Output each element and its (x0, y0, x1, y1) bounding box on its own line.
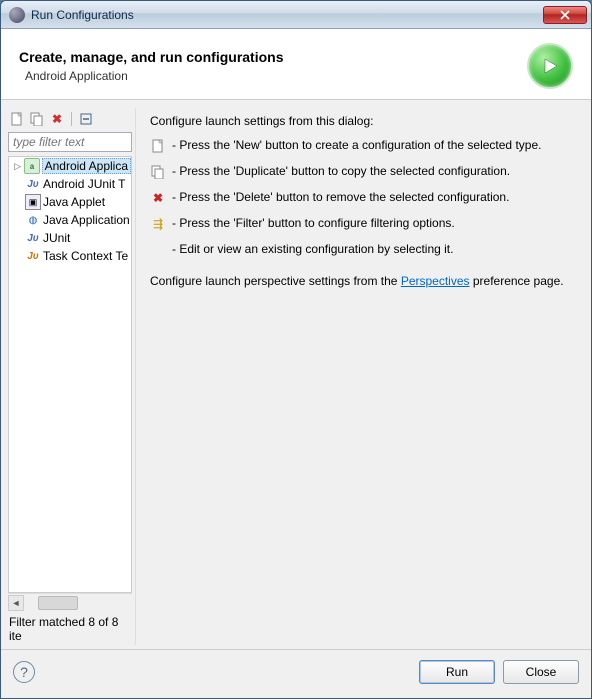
titlebar: Run Configurations (1, 1, 591, 29)
new-config-button[interactable] (9, 111, 25, 127)
scroll-thumb[interactable] (38, 596, 78, 610)
tree-item-label: JUnit (43, 231, 70, 245)
filter-status: Filter matched 8 of 8 ite (5, 611, 135, 645)
tree-item-junit[interactable]: Jᴜ JUnit (9, 229, 131, 247)
left-pane: ✖ ▷ a Android Applica Jᴜ Android JUnit T (5, 108, 135, 645)
eclipse-icon (9, 7, 25, 23)
config-toolbar: ✖ (5, 108, 135, 130)
filter-text-input[interactable] (8, 132, 132, 152)
hint-new: - Press the 'New' button to create a con… (150, 138, 577, 154)
tree-item-java-application[interactable]: ◍ Java Application (9, 211, 131, 229)
dialog-header: Create, manage, and run configurations A… (1, 29, 591, 100)
launch-settings-title: Configure launch settings from this dial… (150, 114, 577, 128)
delete-config-button[interactable]: ✖ (49, 111, 65, 127)
android-icon: a (24, 158, 39, 174)
duplicate-config-button[interactable] (29, 111, 45, 127)
tree-item-label: Task Context Te (43, 249, 128, 263)
config-tree[interactable]: ▷ a Android Applica Jᴜ Android JUnit T ▣… (8, 156, 132, 593)
junit-icon: Jᴜ (25, 230, 41, 246)
duplicate-icon (150, 164, 166, 180)
close-button[interactable]: Close (503, 660, 579, 684)
dialog-footer: ? Run Close (1, 649, 591, 698)
filter-icon: ⇶ (150, 216, 166, 232)
junit-icon: Jᴜ (25, 176, 41, 192)
header-subtitle: Android Application (25, 69, 527, 83)
run-button[interactable]: Run (419, 660, 495, 684)
tree-item-android-junit[interactable]: Jᴜ Android JUnit T (9, 175, 131, 193)
applet-icon: ▣ (25, 194, 41, 210)
perspectives-paragraph: Configure launch perspective settings fr… (150, 274, 577, 288)
perspectives-link[interactable]: Perspectives (401, 274, 470, 288)
run-configurations-window: Run Configurations Create, manage, and r… (0, 0, 592, 699)
tree-item-task-context[interactable]: Jᴜ Task Context Te (9, 247, 131, 265)
new-file-icon (150, 138, 166, 154)
horizontal-scrollbar[interactable]: ◄ (8, 593, 132, 611)
tree-item-java-applet[interactable]: ▣ Java Applet (9, 193, 131, 211)
header-title: Create, manage, and run configurations (19, 49, 527, 65)
window-title: Run Configurations (31, 8, 543, 22)
tree-item-android-application[interactable]: ▷ a Android Applica (9, 157, 131, 175)
toolbar-separator (71, 112, 72, 126)
hint-filter: ⇶ - Press the 'Filter' button to configu… (150, 216, 577, 232)
dialog-body: ✖ ▷ a Android Applica Jᴜ Android JUnit T (1, 100, 591, 649)
run-icon (527, 43, 573, 89)
tree-item-label: Java Application (43, 213, 130, 227)
scroll-left-arrow[interactable]: ◄ (8, 595, 24, 611)
chevron-right-icon[interactable]: ▷ (13, 161, 22, 172)
right-pane: Configure launch settings from this dial… (135, 108, 587, 645)
junit-icon: Jᴜ (25, 248, 41, 264)
hint-edit: - Edit or view an existing configuration… (150, 242, 577, 258)
tree-item-label: Java Applet (43, 195, 105, 209)
tree-item-label: Android JUnit T (43, 177, 125, 191)
collapse-all-button[interactable] (78, 111, 94, 127)
hint-delete: ✖ - Press the 'Delete' button to remove … (150, 190, 577, 206)
delete-icon: ✖ (150, 190, 166, 206)
help-button[interactable]: ? (13, 661, 35, 683)
tree-item-label: Android Applica (42, 158, 131, 174)
java-app-icon: ◍ (25, 212, 41, 228)
window-close-button[interactable] (543, 6, 587, 24)
hint-duplicate: - Press the 'Duplicate' button to copy t… (150, 164, 577, 180)
